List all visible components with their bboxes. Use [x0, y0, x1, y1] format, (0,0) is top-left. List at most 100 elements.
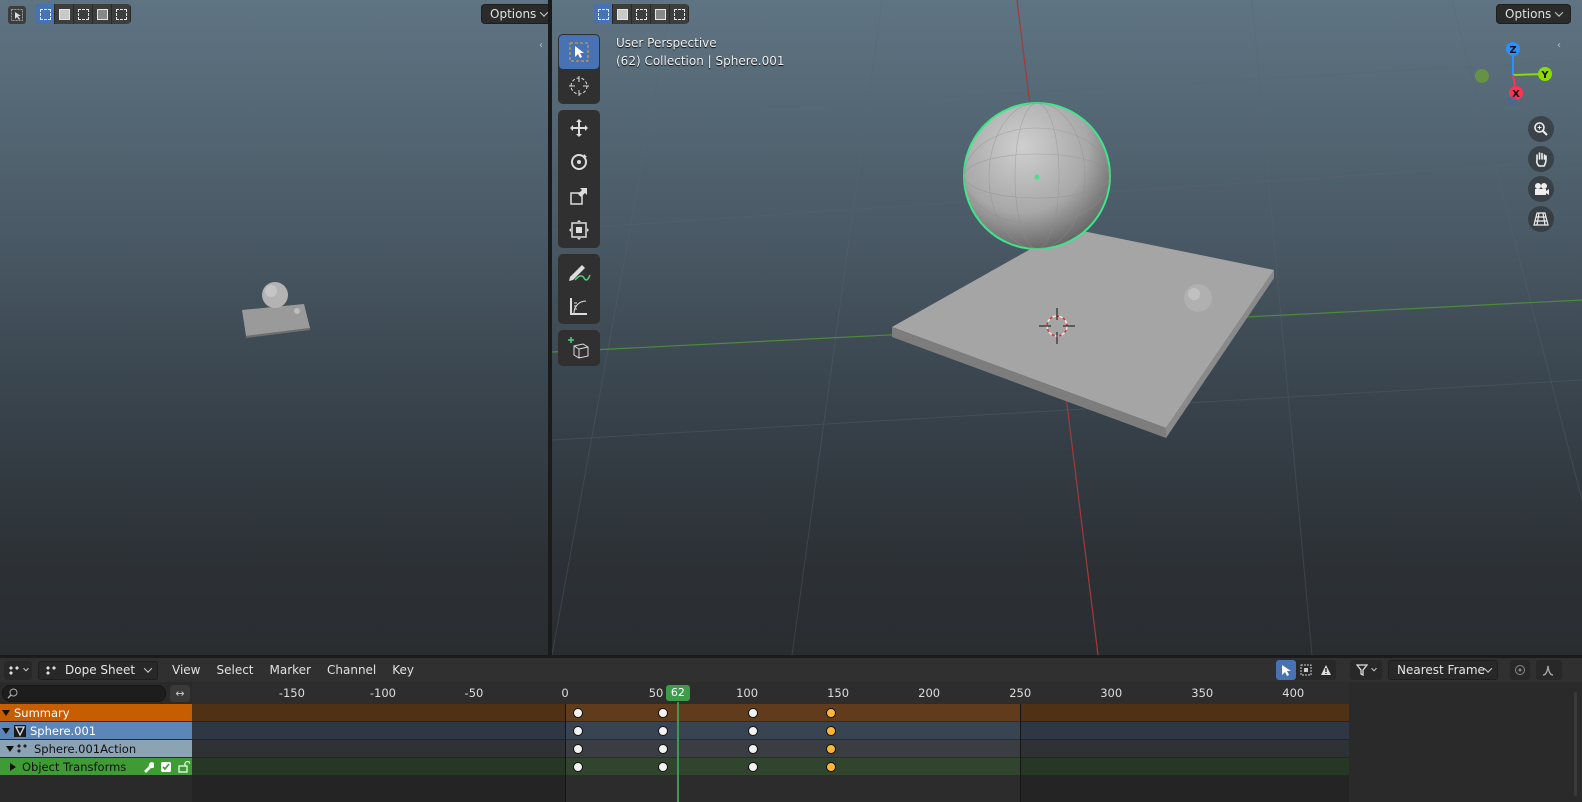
camera-view-icon[interactable] [1528, 176, 1554, 202]
keyframe[interactable] [572, 743, 583, 754]
mesh-data-icon [14, 724, 26, 737]
keyframe[interactable] [825, 725, 836, 736]
keyframe[interactable] [658, 707, 669, 718]
move-tool-icon[interactable] [559, 111, 599, 145]
subtract-icon[interactable] [632, 4, 651, 24]
add-cube-tool-icon[interactable] [559, 331, 599, 365]
channel-object[interactable]: Sphere.001 [0, 722, 192, 739]
keyframe[interactable] [747, 743, 758, 754]
select-box-icon[interactable] [594, 4, 613, 24]
annotate-tool-icon[interactable] [559, 255, 599, 289]
menu-marker[interactable]: Marker [270, 663, 311, 677]
menu-view[interactable]: View [172, 663, 200, 677]
expand-triangle-icon[interactable] [10, 762, 16, 771]
channel-label: Summary [14, 705, 70, 720]
only-selected-icon[interactable] [1276, 660, 1296, 680]
collapse-arrow-icon[interactable]: ‹ [539, 40, 548, 54]
gizmo-neg-z-axis[interactable] [1507, 96, 1517, 106]
scene-thumbnail [242, 282, 310, 338]
ortho-grid-icon[interactable] [1528, 206, 1554, 232]
channel-group[interactable]: Object Transforms [0, 758, 192, 775]
playhead-line[interactable] [676, 702, 679, 802]
menu-key[interactable]: Key [392, 663, 414, 677]
editor-type-button[interactable] [4, 660, 32, 680]
select-box-tool-icon[interactable] [559, 35, 599, 69]
chevron-down-icon [540, 8, 548, 17]
keyframe[interactable] [747, 707, 758, 718]
keyframe[interactable] [825, 707, 836, 718]
ruler-tick-label: 200 [918, 686, 941, 700]
chevron-down-icon [23, 665, 29, 672]
keyframe[interactable] [825, 761, 836, 772]
channel-search-input[interactable] [2, 684, 166, 702]
rotate-tool-icon[interactable] [559, 145, 599, 179]
out-of-range-shade [1020, 704, 1349, 802]
only-errors-icon[interactable] [1316, 660, 1336, 680]
svg-text:Y: Y [1540, 70, 1549, 81]
menu-channel[interactable]: Channel [327, 663, 376, 677]
pan-hand-icon[interactable] [1528, 146, 1554, 172]
current-frame-indicator[interactable]: 62 [665, 685, 690, 701]
collapse-triangle-icon[interactable] [6, 745, 14, 752]
scale-tool-icon[interactable] [559, 179, 599, 213]
select-box-icon[interactable] [36, 4, 55, 24]
proportional-edit-icon[interactable] [1510, 660, 1530, 680]
difference-icon[interactable] [93, 4, 112, 24]
measure-tool-icon[interactable] [559, 289, 599, 323]
dopesheet-mode-icon [46, 666, 56, 675]
viewport-scene [552, 0, 1582, 655]
options-dropdown[interactable]: Options [481, 4, 548, 24]
zoom-icon[interactable] [1528, 116, 1554, 142]
keyframe[interactable] [572, 761, 583, 772]
left-3d-viewport[interactable]: Options ‹ [0, 0, 548, 655]
subtract-icon[interactable] [74, 4, 93, 24]
mode-dropdown[interactable]: Dope Sheet [38, 660, 158, 680]
channel-action[interactable]: Sphere.001Action [0, 740, 192, 757]
ruler-tick-label: -50 [464, 686, 484, 700]
cursor-tool-icon[interactable] [559, 69, 599, 103]
frame-ruler[interactable]: -150 -100 -50 0 50 100 150 200 250 300 350 400 [192, 682, 1349, 704]
keyframe[interactable] [747, 761, 758, 772]
search-icon [7, 688, 18, 698]
keyframe[interactable] [572, 725, 583, 736]
keyframe[interactable] [572, 707, 583, 718]
ruler-tick-label: 0 [561, 686, 569, 700]
scrollbar[interactable] [1574, 692, 1577, 796]
selection-mode-group [594, 4, 689, 24]
falloff-icon[interactable] [1536, 660, 1562, 680]
keyframe[interactable] [658, 743, 669, 754]
channel-summary[interactable]: Summary [0, 704, 192, 721]
checkbox-icon[interactable] [160, 761, 172, 773]
collapse-triangle-icon[interactable] [2, 709, 10, 716]
menu-select[interactable]: Select [216, 663, 253, 677]
dope-sheet-header: Dope Sheet View Select Marker Channel Ke… [0, 658, 1582, 682]
options-dropdown[interactable]: Options [1496, 4, 1572, 24]
extend-icon[interactable] [613, 4, 632, 24]
wrench-icon[interactable] [142, 761, 154, 773]
object-origin [1034, 174, 1040, 180]
keyframe[interactable] [658, 725, 669, 736]
ruler-tick-label: -100 [369, 686, 396, 700]
difference-icon[interactable] [651, 4, 670, 24]
keyframe[interactable] [825, 743, 836, 754]
lock-icon[interactable] [178, 760, 190, 773]
show-hidden-icon[interactable] [1296, 660, 1316, 680]
keyframe[interactable] [747, 725, 758, 736]
gizmo-neg-y-axis[interactable] [1475, 69, 1489, 83]
tool-cursor-icon[interactable] [8, 6, 26, 24]
intersect-icon[interactable] [112, 4, 131, 24]
swap-arrows-icon[interactable]: ↔ [170, 684, 190, 702]
intersect-icon[interactable] [670, 4, 689, 24]
chevron-down-icon [1483, 664, 1493, 673]
navigation-gizmo[interactable]: Z Y X [1470, 38, 1560, 110]
keyframe[interactable] [658, 761, 669, 772]
keyframe-region[interactable]: -150 -100 -50 0 50 100 150 200 250 300 350 400 62 [192, 682, 1349, 802]
main-3d-viewport[interactable]: Options ‹ User Perspective (62) Collecti… [552, 0, 1582, 655]
extend-icon[interactable] [55, 4, 74, 24]
ruler-tick-label: 100 [736, 686, 759, 700]
transform-tool-icon[interactable] [559, 213, 599, 247]
filter-icon[interactable] [1350, 660, 1382, 680]
small-sphere-object [294, 308, 300, 314]
snapping-dropdown[interactable]: Nearest Frame [1388, 660, 1498, 680]
collapse-triangle-icon[interactable] [2, 727, 10, 734]
